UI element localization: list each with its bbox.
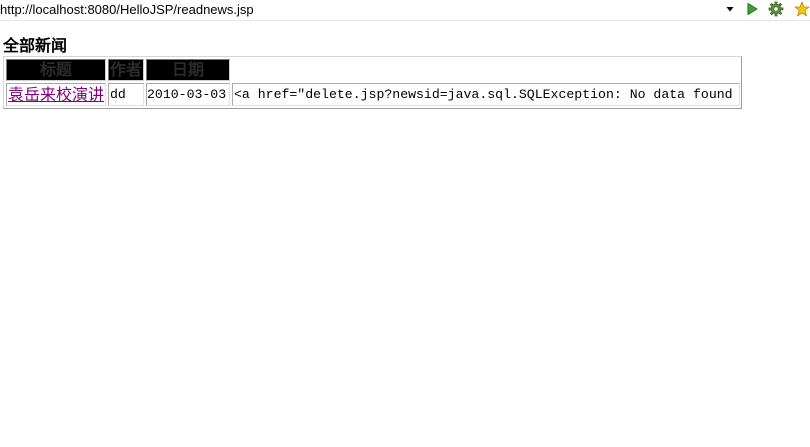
news-table: 标题 作者 日期 袁岳来校演讲 dd 2010-03-03 <a href="d… xyxy=(3,56,742,109)
cell-title: 袁岳来校演讲 xyxy=(6,83,106,106)
column-header-date: 日期 xyxy=(146,59,230,81)
table-header-row: 标题 作者 日期 xyxy=(4,59,741,81)
cell-delete-error-text: <a href="delete.jsp?newsid=java.sql.SQLE… xyxy=(232,83,740,106)
cell-author: dd xyxy=(108,83,144,106)
chevron-down-icon[interactable] xyxy=(725,4,735,14)
table-row: 袁岳来校演讲 dd 2010-03-03 <a href="delete.jsp… xyxy=(4,83,741,106)
gear-icon[interactable] xyxy=(768,1,784,17)
cell-date: 2010-03-03 xyxy=(146,83,230,106)
browser-toolbar xyxy=(0,0,810,21)
address-bar[interactable] xyxy=(0,0,738,19)
column-header-title: 标题 xyxy=(6,59,106,81)
play-icon[interactable] xyxy=(744,1,760,17)
column-header-author: 作者 xyxy=(108,59,144,81)
page-title: 全部新闻 xyxy=(3,36,68,55)
news-title-link[interactable]: 袁岳来校演讲 xyxy=(8,85,104,104)
url-input[interactable] xyxy=(0,1,718,18)
star-icon[interactable] xyxy=(794,1,810,17)
